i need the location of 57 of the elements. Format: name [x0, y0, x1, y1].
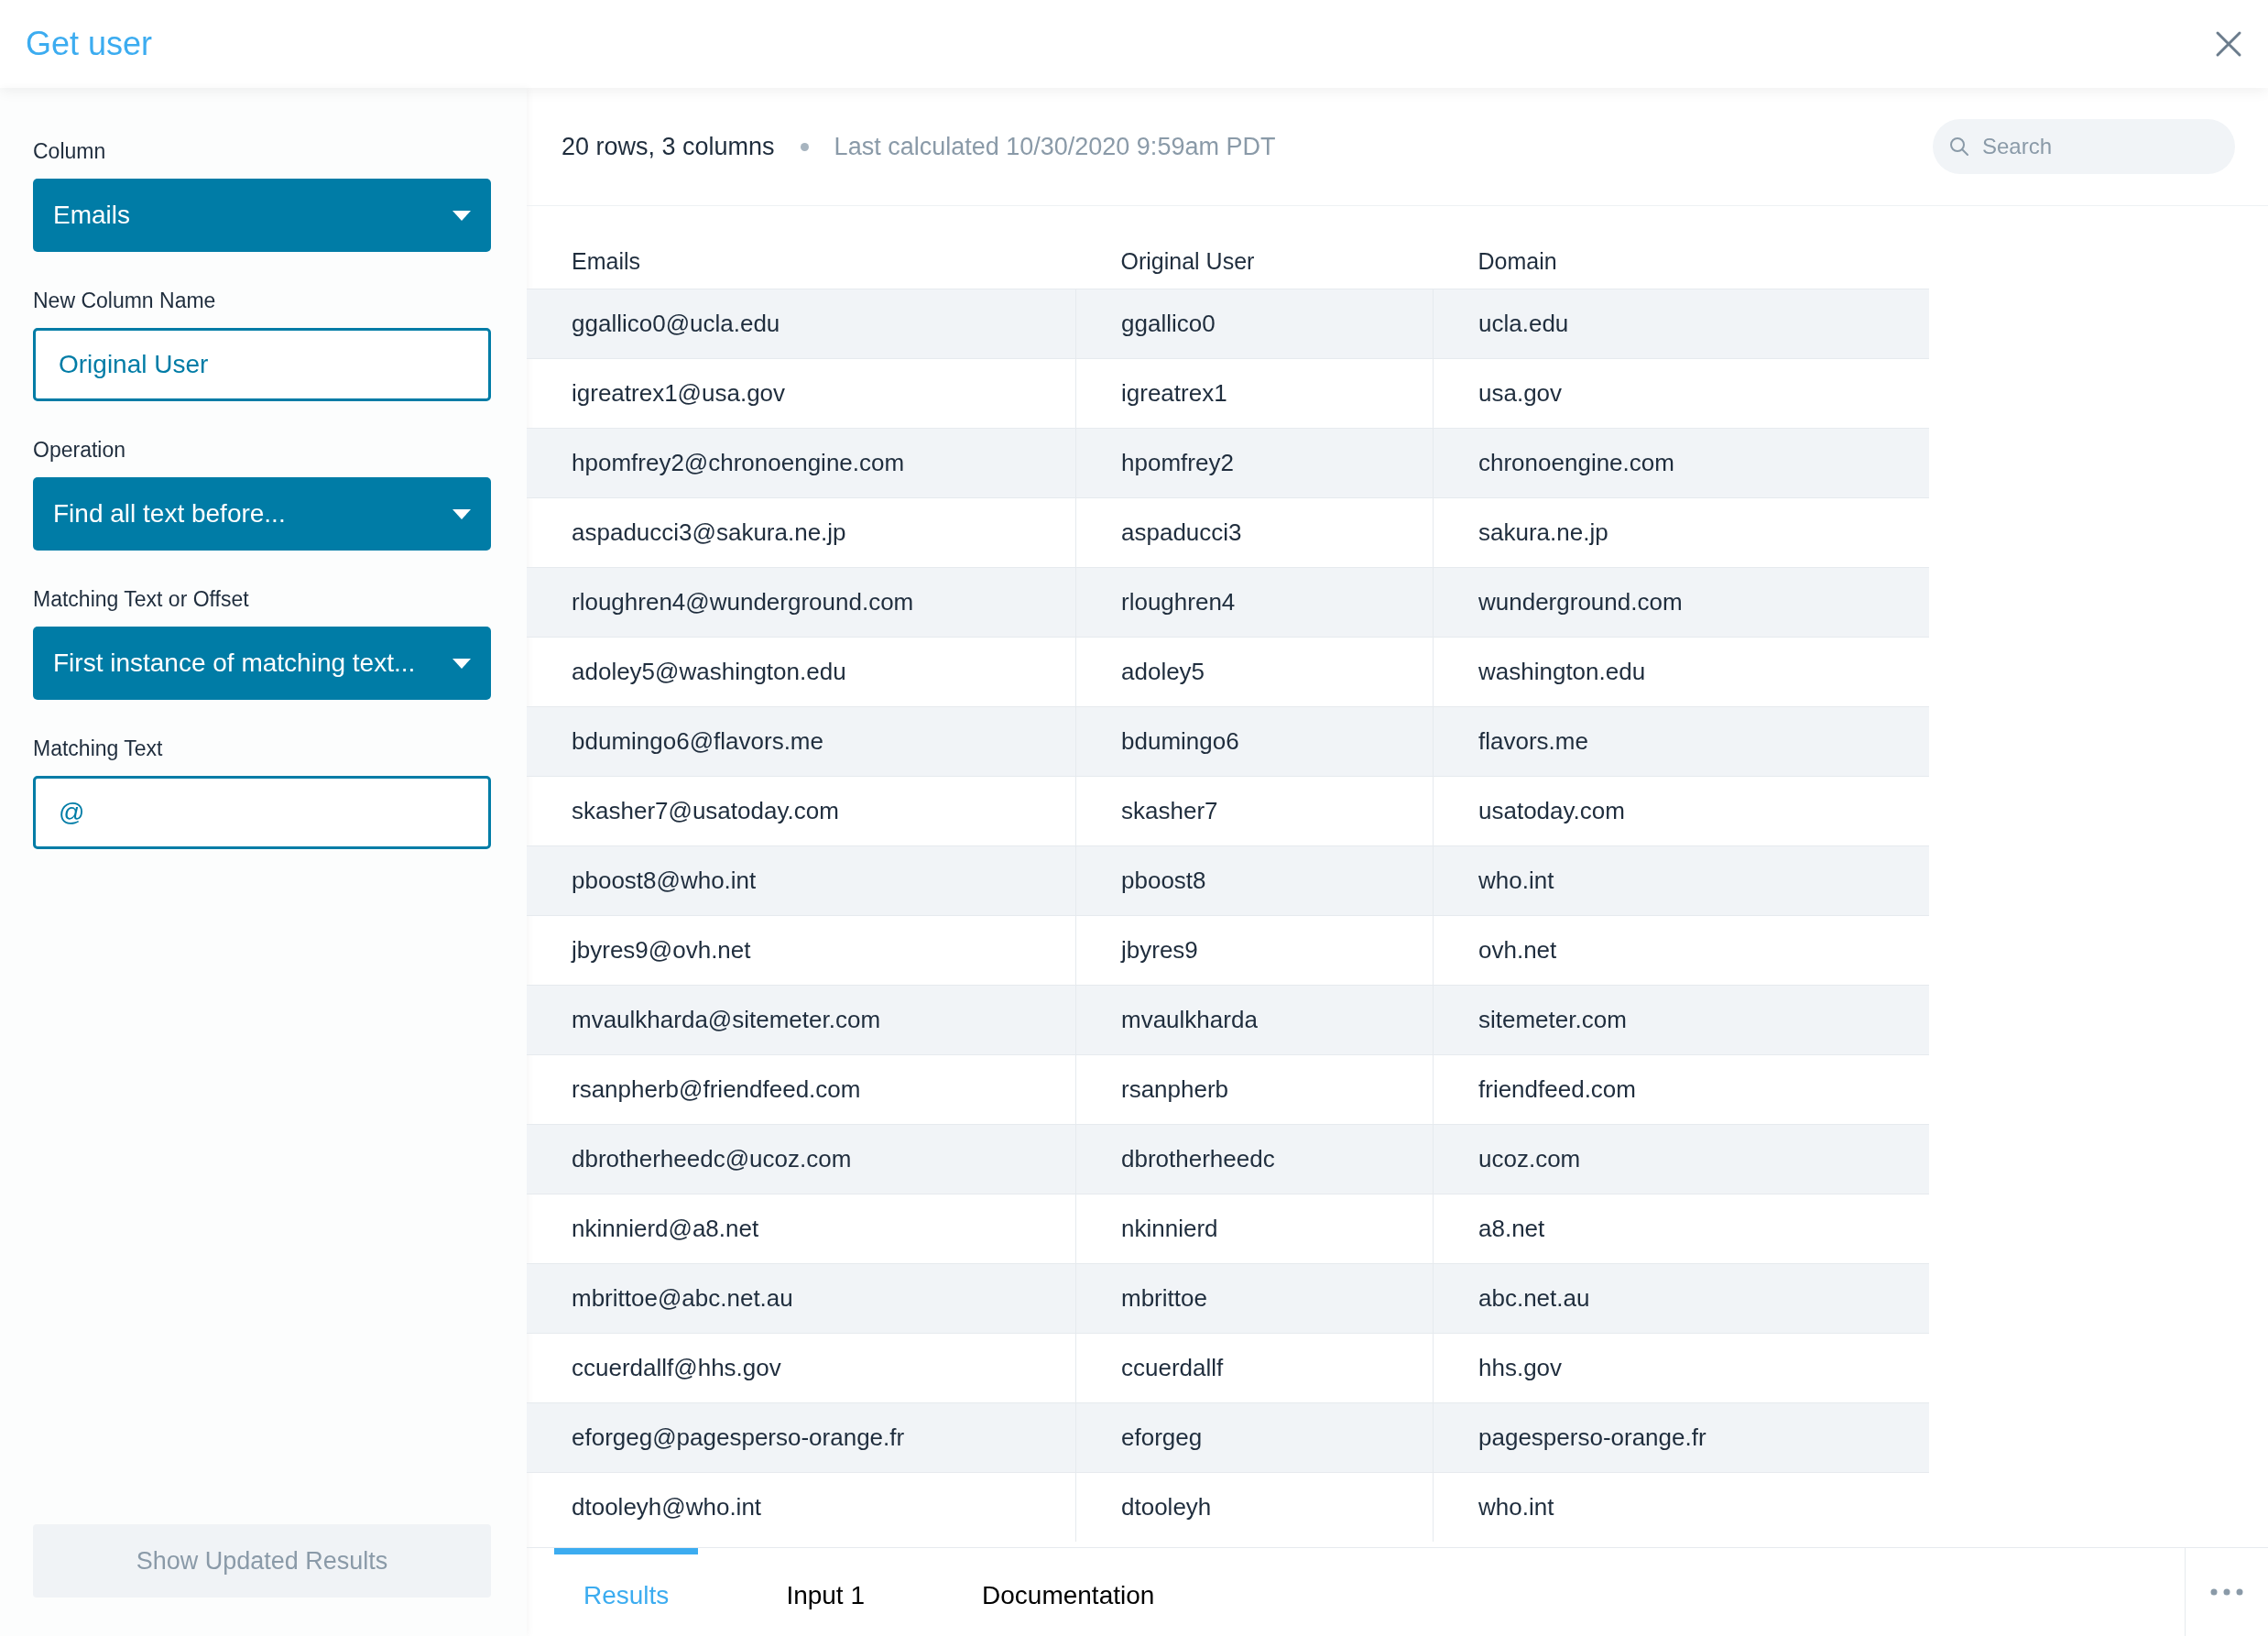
- row-count: 20 rows, 3 columns: [562, 132, 775, 161]
- table-cell: abc.net.au: [1433, 1263, 1929, 1334]
- table-cell: wunderground.com: [1433, 567, 1929, 638]
- last-calculated: Last calculated 10/30/2020 9:59am PDT: [834, 132, 1276, 161]
- table-cell: bdumingo6: [1075, 706, 1434, 777]
- caret-icon: [453, 210, 471, 221]
- tab[interactable]: Documentation: [953, 1548, 1184, 1636]
- column-header[interactable]: Domain: [1433, 234, 1929, 289]
- more-icon[interactable]: [2210, 1588, 2243, 1596]
- table-cell: dtooleyh@who.int: [527, 1472, 1076, 1542]
- table-cell: dtooleyh: [1075, 1472, 1434, 1542]
- table-cell: pboost8@who.int: [527, 845, 1076, 916]
- field-label: Column: [33, 139, 107, 164]
- table-cell: eforgeg@pagesperso-orange.fr: [527, 1402, 1076, 1473]
- window-title: Get user: [26, 25, 153, 63]
- table-cell: ucla.edu: [1433, 289, 1929, 359]
- caret-icon: [453, 658, 471, 669]
- table-cell: eforgeg: [1075, 1402, 1434, 1473]
- search-icon: [1949, 136, 1969, 157]
- caret-icon: [453, 508, 471, 519]
- dropdown[interactable]: Emails: [33, 179, 491, 252]
- table-cell: rloughren4: [1075, 567, 1434, 638]
- field-label: Operation: [33, 438, 126, 463]
- table-cell: chronoengine.com: [1433, 428, 1929, 498]
- table-cell: hpomfrey2@chronoengine.com: [527, 428, 1076, 498]
- separator-dot: [800, 142, 809, 151]
- table-cell: pboost8: [1075, 845, 1434, 916]
- input-field[interactable]: Original User: [33, 328, 491, 401]
- input-field[interactable]: @: [33, 776, 491, 849]
- table-cell: sitemeter.com: [1433, 985, 1929, 1055]
- search-field[interactable]: Search: [1933, 119, 2235, 174]
- close-icon[interactable]: [2215, 30, 2242, 58]
- column-header[interactable]: Original User: [1075, 234, 1434, 289]
- table-cell: ggallico0: [1075, 289, 1434, 359]
- table-cell: hpomfrey2: [1075, 428, 1434, 498]
- table-cell: mvaulkharda@sitemeter.com: [527, 985, 1076, 1055]
- table-cell: dbrotherheedc@ucoz.com: [527, 1124, 1076, 1194]
- tab[interactable]: Input 1: [757, 1548, 894, 1636]
- table-cell: mbrittoe: [1075, 1263, 1434, 1334]
- field-label: New Column Name: [33, 289, 217, 313]
- field-label: Matching Text: [33, 736, 164, 761]
- table-cell: dbrotherheedc: [1075, 1124, 1434, 1194]
- table-cell: ucoz.com: [1433, 1124, 1929, 1194]
- field-label: Matching Text or Offset: [33, 587, 250, 612]
- table-cell: ggallico0@ucla.edu: [527, 289, 1076, 359]
- table-cell: mvaulkharda: [1075, 985, 1434, 1055]
- table-cell: bdumingo6@flavors.me: [527, 706, 1076, 777]
- table-cell: pagesperso-orange.fr: [1433, 1402, 1929, 1473]
- table-cell: rloughren4@wunderground.com: [527, 567, 1076, 638]
- table-cell: who.int: [1433, 845, 1929, 916]
- column-header[interactable]: Emails: [527, 234, 1076, 289]
- dropdown[interactable]: First instance of matching text...: [33, 627, 491, 700]
- table-cell: mbrittoe@abc.net.au: [527, 1263, 1076, 1334]
- table-cell: flavors.me: [1433, 706, 1929, 777]
- table-cell: who.int: [1433, 1472, 1929, 1542]
- dropdown[interactable]: Find all text before...: [33, 477, 491, 551]
- tab[interactable]: Results: [554, 1548, 699, 1636]
